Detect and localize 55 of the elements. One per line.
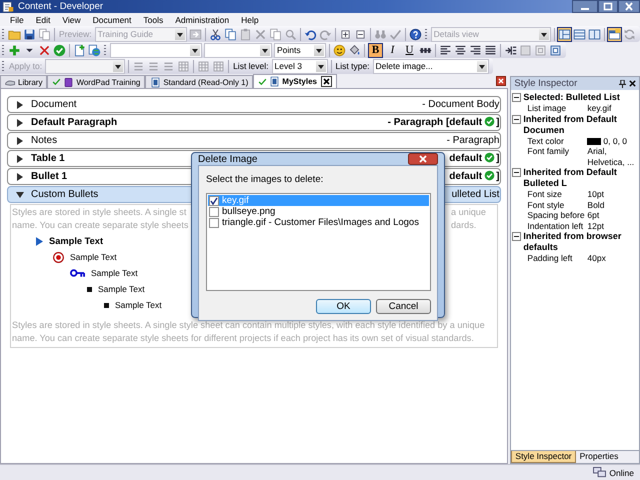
- description-text: Styles are stored in style sheets. A single st: [12, 206, 186, 219]
- panel-title: Style Inspector: [514, 78, 578, 89]
- description-text: name. You can create separate style sheets for different projects if each project has its own set of visual standards.: [12, 332, 475, 345]
- preview-label: Preview:: [59, 29, 92, 39]
- sample-text: Sample Text: [98, 284, 145, 294]
- section-title: Selected: Bulleted List: [523, 92, 620, 103]
- property-name: Spacing before: [527, 210, 586, 220]
- description-text: Styles are stored in style sheets. A single style sheet can contain multiple styles, with each style identified by a unique: [12, 319, 486, 332]
- bracket-text: ]: [496, 171, 500, 182]
- apply-to-label: Apply to:: [9, 61, 42, 71]
- style-name: Notes: [31, 135, 58, 146]
- property-name: Font style: [527, 200, 566, 210]
- property-name: Indentation left: [527, 220, 584, 231]
- sample-text: Sample Text: [70, 252, 117, 262]
- style-type: - Document Body: [422, 99, 500, 110]
- property-name: Font family: [527, 146, 570, 158]
- section-title: Inherited from browser defaults: [523, 231, 622, 253]
- property-value: 10pt: [587, 189, 604, 200]
- property-value: 12pt: [587, 220, 604, 231]
- section-title: Inherited from Default Documen: [523, 114, 618, 136]
- style-type: default: [449, 153, 482, 164]
- style-name: Table 1: [31, 153, 65, 164]
- property-name: Font size: [527, 189, 563, 200]
- property-name: Padding left: [527, 253, 574, 264]
- sample-text: Sample Text: [49, 236, 104, 246]
- style-type: ulleted List: [452, 189, 500, 200]
- status-text: Online: [609, 468, 634, 478]
- sample-text: Sample Text: [115, 300, 162, 310]
- property-value: Arial, Helvetica, ...: [587, 146, 636, 167]
- style-type: - Paragraph [default: [388, 117, 482, 128]
- window-title: Content - Developer: [18, 1, 104, 12]
- style-type: default: [449, 171, 482, 182]
- property-value: Bold: [587, 200, 604, 210]
- property-value: 0, 0, 0: [603, 136, 628, 146]
- bracket-text: ]: [496, 153, 500, 164]
- property-name: Text color: [527, 136, 565, 146]
- style-name: Default Paragraph: [31, 117, 118, 128]
- dialog-title: Delete Image: [198, 154, 258, 164]
- list-type-label: List type:: [336, 61, 370, 71]
- dialog-prompt: Select the images to delete:: [206, 174, 324, 185]
- description-text: a unique: [451, 206, 486, 219]
- description-text: name. You can create separate style sheets: [12, 219, 188, 232]
- style-name: Custom Bullets: [31, 189, 98, 200]
- style-name: Document: [31, 99, 77, 110]
- section-title: Inherited from Default Bulleted L: [523, 167, 618, 189]
- property-name: List image: [527, 103, 568, 114]
- style-type: - Paragraph: [446, 135, 500, 146]
- property-value: key.gif: [587, 103, 612, 114]
- list-level-label: List level:: [233, 61, 269, 71]
- style-name: Bullet 1: [31, 171, 68, 182]
- property-value: 6pt: [587, 210, 600, 220]
- sample-text: Sample Text: [91, 268, 138, 278]
- bracket-text: ]: [496, 117, 500, 128]
- description-text: dards.: [451, 219, 476, 232]
- property-value: 40px: [587, 253, 606, 264]
